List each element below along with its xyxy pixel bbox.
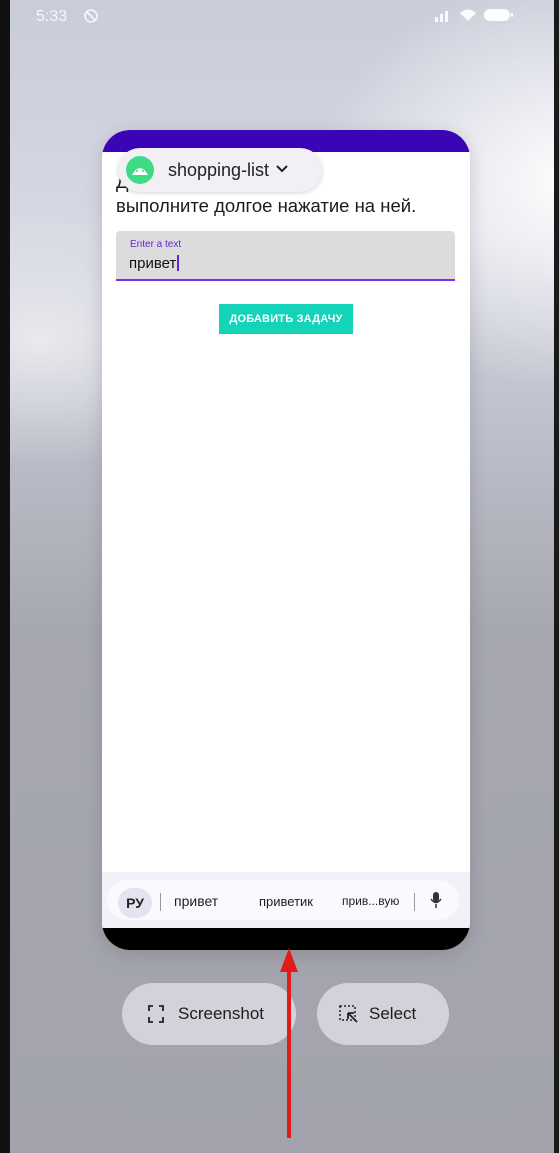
signal-icon xyxy=(434,8,452,27)
app-name-chip[interactable]: shopping-list xyxy=(118,148,322,192)
suggestion-item[interactable]: прив...вую xyxy=(342,894,399,908)
suggestion-divider xyxy=(414,893,415,911)
suggestion-item[interactable]: привет xyxy=(174,893,218,909)
status-icons xyxy=(434,8,514,27)
screenshot-icon xyxy=(148,1005,164,1023)
device-edge-right xyxy=(554,0,559,1153)
chevron-down-icon xyxy=(275,161,289,179)
text-field-value: привет xyxy=(129,255,177,272)
status-time: 5:33 xyxy=(36,8,68,25)
screenshot-label: Screenshot xyxy=(178,1004,264,1023)
dnd-icon xyxy=(83,8,99,29)
app-preview-card[interactable]: Для удаления задачи выполните долгое наж… xyxy=(102,130,470,950)
app-name-label: shopping-list xyxy=(168,159,270,180)
wifi-icon xyxy=(459,8,477,27)
swipe-up-arrow xyxy=(280,948,298,1138)
keyboard-language-button[interactable]: РУ xyxy=(118,888,152,918)
android-icon xyxy=(126,156,154,184)
text-field-value-wrap: привет xyxy=(129,255,180,272)
status-bar: 5:33 xyxy=(10,0,554,36)
text-caret xyxy=(177,255,180,271)
task-text-field[interactable]: Enter a text привет xyxy=(116,231,455,281)
suggestion-item[interactable]: приветик xyxy=(259,894,313,909)
battery-icon xyxy=(484,8,514,27)
select-label: Select xyxy=(369,1004,417,1023)
screenshot-button[interactable]: Screenshot xyxy=(122,983,296,1045)
add-task-button[interactable]: ДОБАВИТЬ ЗАДАЧУ xyxy=(219,304,353,334)
device-edge-left xyxy=(0,0,10,1153)
text-field-label: Enter a text xyxy=(130,239,182,250)
recents-screen: 5:33 Для удаления задачи выполните долго… xyxy=(10,0,554,1153)
select-button[interactable]: Select xyxy=(317,983,449,1045)
suggestion-divider xyxy=(160,893,161,911)
card-bottom-bar xyxy=(102,928,470,950)
microphone-icon[interactable] xyxy=(430,891,442,914)
select-icon xyxy=(339,1005,359,1023)
instruction-line-2: выполните долгое нажатие на ней. xyxy=(116,195,417,216)
